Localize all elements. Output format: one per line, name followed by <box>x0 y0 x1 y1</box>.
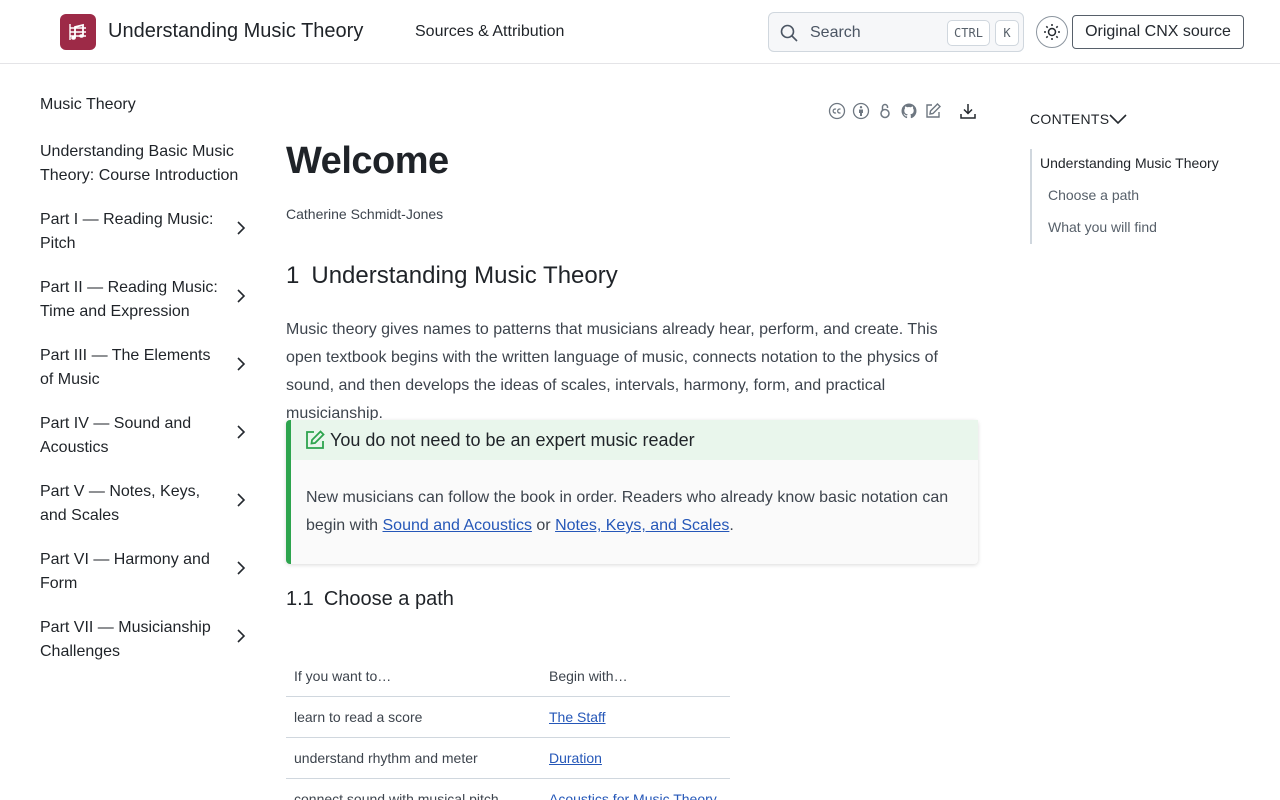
table-row: connect sound with musical pitch Acousti… <box>286 778 730 800</box>
sidebar-item-part-2[interactable]: Part II — Reading Music: Time and Expres… <box>40 276 262 324</box>
sidebar-item-course-intro[interactable]: Understanding Basic Music Theory: Course… <box>40 140 262 188</box>
toc-item-what-you-will-find[interactable]: What you will find <box>1048 219 1157 235</box>
sidebar-item-label: Part III — The Elements of Music <box>40 347 211 388</box>
sidebar-item-label: Part I — Reading Music: Pitch <box>40 211 214 252</box>
subsection-title: Choose a path <box>323 588 454 610</box>
table-row: learn to read a score The Staff <box>286 696 730 738</box>
site-header: Understanding Music Theory Sources & Att… <box>0 0 1280 64</box>
toc-heading[interactable]: CONTENTS <box>1030 111 1109 127</box>
chevron-right-icon[interactable] <box>233 628 249 644</box>
sidebar-item-label: Part II — Reading Music: Time and Expres… <box>40 279 218 320</box>
sidebar-home-link[interactable]: Music Theory <box>40 96 136 114</box>
search-bar[interactable]: Search CTRL K <box>768 12 1024 52</box>
author-name: Catherine Schmidt-Jones <box>286 206 444 222</box>
kbd-ctrl: CTRL <box>947 20 990 46</box>
sidebar-item-label: Understanding Basic Music Theory: Course… <box>40 143 239 184</box>
creative-commons-icon[interactable] <box>828 102 846 120</box>
sidebar-item-label: Part VII — Musicianship Challenges <box>40 619 211 660</box>
section-number: 1 <box>286 262 300 289</box>
duration-link[interactable]: Duration <box>549 750 602 766</box>
kbd-k: K <box>995 20 1019 46</box>
sidebar-item-label: Part VI — Harmony and Form <box>40 551 210 592</box>
callout-body: New musicians can follow the book in ord… <box>306 484 966 540</box>
sidebar-item-part-4[interactable]: Part IV — Sound and Acoustics <box>40 412 262 460</box>
toc-item-understanding-music-theory[interactable]: Understanding Music Theory <box>1040 155 1219 171</box>
subsection-heading: 1.1 Choose a path <box>286 588 454 611</box>
intro-paragraph: Music theory gives names to patterns tha… <box>286 321 938 422</box>
sidebar-item-label: Part IV — Sound and Acoustics <box>40 415 192 456</box>
chevron-right-icon[interactable] <box>233 560 249 576</box>
chevron-right-icon[interactable] <box>233 492 249 508</box>
the-staff-link[interactable]: The Staff <box>549 709 606 725</box>
music-notes-icon <box>69 23 86 40</box>
open-access-icon[interactable] <box>876 102 894 120</box>
sound-acoustics-link[interactable]: Sound and Acoustics <box>383 517 532 534</box>
toc-item-choose-a-path[interactable]: Choose a path <box>1048 187 1139 203</box>
sidebar-item-part-6[interactable]: Part VI — Harmony and Form <box>40 548 262 596</box>
table-cell: Acoustics for Music Theory <box>541 778 730 800</box>
theme-toggle-button[interactable] <box>1036 16 1068 48</box>
edit-icon[interactable] <box>924 102 942 120</box>
sidebar-item-part-5[interactable]: Part V — Notes, Keys, and Scales <box>40 480 262 528</box>
callout-header: You do not need to be an expert music re… <box>291 420 978 460</box>
chevron-right-icon[interactable] <box>233 424 249 440</box>
chevron-right-icon[interactable] <box>233 356 249 372</box>
search-placeholder: Search <box>810 24 861 41</box>
attribution-icon[interactable] <box>852 102 870 120</box>
pencil-square-icon <box>306 430 325 449</box>
sun-icon <box>1044 24 1060 40</box>
notes-keys-scales-link[interactable]: Notes, Keys, and Scales <box>555 517 729 534</box>
table-header: If you want to… <box>286 656 541 697</box>
sidebar-item-part-3[interactable]: Part III — The Elements of Music <box>40 344 262 392</box>
site-title[interactable]: Understanding Music Theory <box>108 20 363 43</box>
chevron-right-icon[interactable] <box>233 288 249 304</box>
toc-list: Understanding Music Theory Choose a path… <box>1030 149 1250 244</box>
section-heading: 1 Understanding Music Theory <box>286 262 618 290</box>
table-cell: connect sound with musical pitch <box>286 778 541 800</box>
table-header-row: If you want to… Begin with… <box>286 656 730 697</box>
table-header: Begin with… <box>541 656 730 697</box>
original-source-button[interactable]: Original CNX source <box>1072 15 1244 49</box>
download-icon[interactable] <box>959 102 977 120</box>
table-cell: understand rhythm and meter <box>286 737 541 779</box>
page-title: Welcome <box>286 140 449 182</box>
table-cell: The Staff <box>541 696 730 738</box>
chevron-right-icon[interactable] <box>233 220 249 236</box>
sidebar-item-part-7[interactable]: Part VII — Musicianship Challenges <box>40 616 262 664</box>
callout-text: or <box>531 517 556 534</box>
sidebar-item-label: Part V — Notes, Keys, and Scales <box>40 483 201 524</box>
chevron-down-icon[interactable] <box>1108 111 1128 127</box>
subsection-number: 1.1 <box>286 588 314 610</box>
table-cell: learn to read a score <box>286 696 541 738</box>
search-icon <box>780 24 798 42</box>
site-logo[interactable] <box>60 14 96 50</box>
acoustics-link[interactable]: Acoustics for Music Theory <box>549 791 717 800</box>
tip-callout: You do not need to be an expert music re… <box>286 420 978 564</box>
callout-title: You do not need to be an expert music re… <box>330 430 695 450</box>
section-title: Understanding Music Theory <box>311 262 618 289</box>
callout-text: . <box>729 517 734 534</box>
table-cell: Duration <box>541 737 730 779</box>
sidebar-item-part-1[interactable]: Part I — Reading Music: Pitch <box>40 208 262 256</box>
github-icon[interactable] <box>900 102 918 120</box>
path-table: If you want to… Begin with… learn to rea… <box>286 656 730 800</box>
table-row: understand rhythm and meter Duration <box>286 737 730 779</box>
sources-attribution-link[interactable]: Sources & Attribution <box>415 23 564 41</box>
